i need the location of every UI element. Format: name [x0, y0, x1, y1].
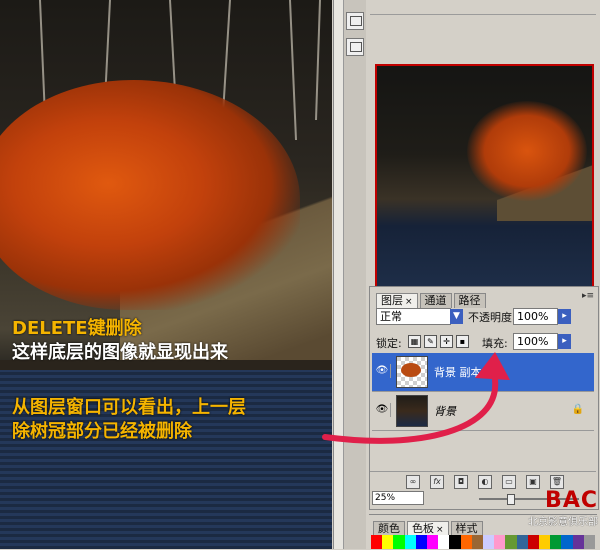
color-swatch[interactable] — [438, 535, 450, 549]
zoom-field[interactable]: 25% — [372, 491, 424, 505]
lock-all-icon[interactable]: ▪ — [456, 335, 469, 348]
tab-channels[interactable]: 通道 — [419, 293, 452, 308]
fill-field[interactable]: 100% — [513, 333, 558, 350]
panel-dock-strip — [343, 0, 366, 549]
layers-panel-tabs: 图层 × 通道 路径 — [376, 289, 488, 309]
navigator-header — [370, 0, 596, 15]
layer-row-background[interactable]: 👁 背景 🔒 — [372, 392, 594, 431]
layer-name: 背景 — [434, 405, 456, 418]
fill-slider-icon[interactable]: ▸ — [558, 334, 571, 349]
lock-icon: 🔒 — [571, 404, 584, 415]
color-swatch[interactable] — [494, 535, 506, 549]
color-swatch[interactable] — [449, 535, 461, 549]
navigator-thumbnail[interactable] — [375, 64, 594, 290]
thumb-tree — [467, 101, 587, 201]
overlay-text-line2: 这样底层的图像就显现出来 — [12, 342, 228, 363]
fill-label: 填充: — [482, 337, 508, 350]
opacity-slider-icon[interactable]: ▸ — [558, 309, 571, 324]
color-swatch[interactable] — [583, 535, 596, 549]
document-canvas[interactable]: DELETE键删除 这样底层的图像就显现出来 从图层窗口可以看出，上一层 除树冠… — [0, 0, 332, 549]
layer-thumbnail — [396, 356, 428, 388]
swatch-row[interactable] — [371, 535, 596, 549]
new-layer-icon[interactable]: ▣ — [526, 475, 540, 489]
overlay-text-line1: DELETE键删除 — [12, 318, 142, 339]
panel-menu-icon[interactable]: ▸≡ — [582, 291, 594, 301]
overlay-text-line3: 从图层窗口可以看出，上一层 — [12, 397, 246, 418]
color-swatch[interactable] — [471, 535, 484, 549]
layers-panel: 图层 × 通道 路径 ▸≡ 正常 ▼ 不透明度: 100% ▸ 锁定: ▦ ✎ ✛ ▪… — [369, 286, 599, 510]
dock-icon-1[interactable] — [346, 12, 364, 30]
group-folder-icon[interactable]: ▭ — [502, 475, 516, 489]
dock-icon-2[interactable] — [346, 38, 364, 56]
color-swatch[interactable] — [404, 535, 416, 549]
blend-mode-dropdown-icon[interactable]: ▼ — [450, 309, 463, 324]
blend-mode-select[interactable]: 正常 — [376, 308, 451, 325]
visibility-eye-icon[interactable]: 👁 — [374, 364, 391, 378]
color-swatch[interactable] — [371, 535, 383, 549]
layer-name: 背景 副本 — [434, 366, 482, 379]
opacity-label: 不透明度: — [468, 311, 516, 324]
color-swatch[interactable] — [483, 535, 495, 549]
tab-styles[interactable]: 样式 — [450, 521, 483, 536]
right-panels: 图层 × 通道 路径 ▸≡ 正常 ▼ 不透明度: 100% ▸ 锁定: ▦ ✎ ✛ ▪… — [366, 0, 600, 549]
color-swatch[interactable] — [393, 535, 405, 549]
overlay-text-line4: 除树冠部分已经被删除 — [12, 421, 192, 442]
color-swatch[interactable] — [460, 535, 472, 549]
lock-transparent-icon[interactable]: ▦ — [408, 335, 421, 348]
color-swatch[interactable] — [382, 535, 394, 549]
color-swatch[interactable] — [550, 535, 562, 549]
color-swatch[interactable] — [561, 535, 573, 549]
lock-image-icon[interactable]: ✎ — [424, 335, 437, 348]
link-layers-icon[interactable]: ∞ — [406, 475, 420, 489]
layer-style-icon[interactable]: fx — [430, 475, 444, 489]
color-swatch[interactable] — [527, 535, 540, 549]
color-swatch[interactable] — [572, 535, 584, 549]
tab-paths[interactable]: 路径 — [453, 293, 486, 308]
color-panel-tabs: 颜色 色板 × 样式 — [373, 517, 485, 537]
lock-label: 锁定: — [376, 337, 402, 350]
layer-mask-icon[interactable]: ◘ — [454, 475, 468, 489]
watermark-logo: BAC — [545, 488, 598, 513]
color-swatch[interactable] — [505, 535, 517, 549]
layer-row-background-copy[interactable]: 👁 背景 副本 — [372, 353, 594, 392]
tab-color[interactable]: 颜色 — [373, 521, 405, 536]
delete-layer-icon[interactable]: 🗑 — [550, 475, 564, 489]
adjustment-layer-icon[interactable]: ◐ — [478, 475, 492, 489]
lock-position-icon[interactable]: ✛ — [440, 335, 453, 348]
opacity-field[interactable]: 100% — [513, 308, 558, 325]
watermark: BAC 北京影意俱乐部 — [504, 488, 598, 528]
color-swatch[interactable] — [427, 535, 439, 549]
color-swatch[interactable] — [539, 535, 551, 549]
color-swatch[interactable] — [415, 535, 428, 549]
visibility-eye-icon[interactable]: 👁 — [374, 403, 391, 417]
tab-layers[interactable]: 图层 × — [376, 293, 418, 309]
layer-thumbnail — [396, 395, 428, 427]
watermark-subtitle: 北京影意俱乐部 — [528, 517, 598, 528]
color-swatch[interactable] — [516, 535, 528, 549]
